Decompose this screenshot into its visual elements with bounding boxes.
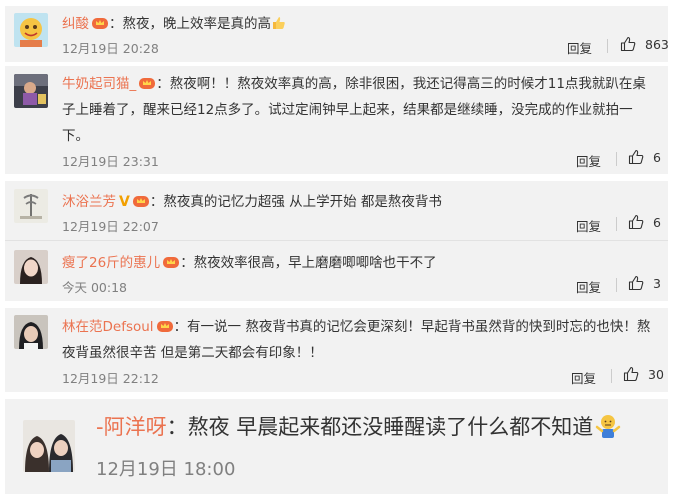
thumbs-up-icon bbox=[628, 275, 644, 291]
like-button[interactable]: 6 bbox=[628, 149, 661, 165]
divider bbox=[616, 152, 617, 166]
comment-text: -阿洋呀：熬夜 早晨起来都还没睡醒读了什么都不知道 bbox=[96, 411, 621, 441]
avatar[interactable] bbox=[23, 420, 75, 472]
reply-button[interactable]: 回复 bbox=[576, 216, 601, 235]
like-count: 6 bbox=[653, 149, 661, 165]
comment-timestamp: 12月19日 20:28 bbox=[62, 41, 159, 56]
reply-button[interactable]: 回复 bbox=[567, 38, 592, 57]
comment-text: 沐浴兰芳 V ：熬夜真的记忆力超强 从上学开始 都是熬夜背书 bbox=[62, 194, 442, 210]
thumbs-up-icon bbox=[628, 214, 644, 230]
avatar[interactable] bbox=[14, 74, 48, 108]
comment-timestamp: 12月19日 22:12 bbox=[62, 371, 159, 386]
comment-text-line: 下。 bbox=[62, 128, 89, 144]
like-button[interactable]: 3 bbox=[628, 275, 661, 291]
vip-crown-icon bbox=[138, 76, 156, 90]
username-link[interactable]: -阿洋呀 bbox=[96, 415, 167, 439]
username-link[interactable]: 林在范Defsoul bbox=[62, 319, 154, 335]
comment-text: 林在范Defsoul ：有一说一 熬夜背书真的记忆会更深刻！早起背书虽然背的快到时… bbox=[62, 319, 651, 335]
reply-button[interactable]: 回复 bbox=[571, 368, 596, 387]
comment-text: 纠酸 ：熬夜，晚上效率是真的高 bbox=[62, 12, 286, 32]
username-link[interactable]: 沐浴兰芳 bbox=[62, 194, 116, 210]
divider bbox=[607, 39, 608, 53]
divider bbox=[5, 240, 668, 241]
comment-timestamp: 12月19日 18:00 bbox=[96, 459, 236, 480]
vip-crown-icon bbox=[156, 319, 174, 333]
like-count: 3 bbox=[653, 275, 661, 291]
like-count: 6 bbox=[653, 214, 661, 230]
divider bbox=[616, 278, 617, 292]
comment-timestamp: 12月19日 23:31 bbox=[62, 154, 159, 169]
username-link[interactable]: 牛奶起司猫_ bbox=[62, 76, 136, 92]
shrug-emoji-icon bbox=[595, 413, 621, 439]
vip-crown-icon bbox=[91, 16, 109, 30]
avatar[interactable] bbox=[14, 250, 48, 284]
avatar[interactable] bbox=[14, 189, 48, 223]
comment-text-line: 夜背虽然很辛苦 但是第二天都会有印象！！ bbox=[62, 345, 323, 361]
comment-timestamp: 今天 00:18 bbox=[62, 280, 127, 295]
thumbs-up-emoji-icon bbox=[272, 16, 286, 30]
comment-timestamp: 12月19日 22:07 bbox=[62, 219, 159, 234]
like-button[interactable]: 6 bbox=[628, 214, 661, 230]
avatar[interactable] bbox=[14, 315, 48, 349]
like-count: 863 bbox=[645, 36, 669, 52]
vip-crown-icon bbox=[162, 255, 180, 269]
thumbs-up-icon bbox=[628, 149, 644, 165]
username-link[interactable]: 瘦了26斤的惠儿 bbox=[62, 255, 160, 271]
comment-text: 牛奶起司猫_ ：熬夜啊！！熬夜效率真的高，除非很困，我还记得高三的时候才11点我就… bbox=[62, 76, 646, 92]
avatar[interactable] bbox=[14, 13, 48, 47]
like-button[interactable]: 863 bbox=[620, 36, 669, 52]
username-link[interactable]: 纠酸 bbox=[62, 16, 89, 32]
reply-button[interactable]: 回复 bbox=[576, 277, 601, 296]
thumbs-up-icon bbox=[623, 366, 639, 382]
thumbs-up-icon bbox=[620, 36, 636, 52]
verified-badge-icon: V bbox=[119, 194, 130, 210]
divider bbox=[611, 369, 612, 383]
reply-button[interactable]: 回复 bbox=[576, 151, 601, 170]
comment-text: 瘦了26斤的惠儿 ：熬夜效率很高，早上磨磨唧唧啥也干不了 bbox=[62, 255, 437, 271]
comment-text-line: 子上睡着了，醒来已经12点多了。试过定闹钟早上起来，结果都是继续睡，没完成的作业… bbox=[62, 102, 633, 118]
vip-crown-icon bbox=[132, 194, 150, 208]
like-button[interactable]: 30 bbox=[623, 366, 664, 382]
divider bbox=[616, 217, 617, 231]
like-count: 30 bbox=[648, 366, 664, 382]
